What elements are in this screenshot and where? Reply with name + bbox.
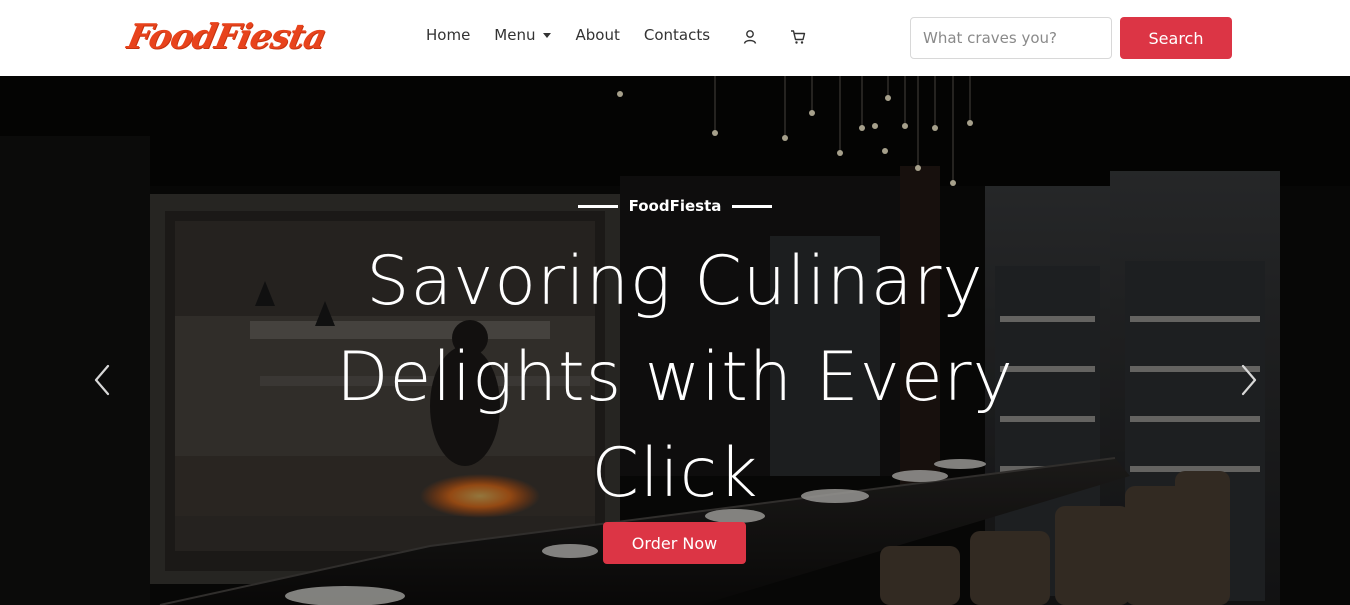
carousel-next-button[interactable] (1233, 360, 1263, 400)
nav-item-label: Home (426, 26, 471, 44)
chevron-left-icon (94, 364, 110, 396)
nav-item-home[interactable]: Home (426, 26, 470, 44)
order-now-button[interactable]: Order Now (603, 522, 746, 564)
chevron-right-icon (1241, 364, 1257, 396)
nav-item-contacts[interactable]: Contacts (644, 26, 710, 44)
eyebrow-line-left (577, 204, 618, 208)
nav-item-about[interactable]: About (575, 26, 619, 44)
search-input[interactable] (910, 17, 1112, 59)
cart-icon[interactable] (789, 28, 807, 46)
brand-logo-text: FoodFiesta (123, 17, 330, 57)
search-button[interactable]: Search (1120, 17, 1232, 59)
hero-headline: Savoring Culinary Delights with Every Cl… (336, 242, 1014, 513)
nav-item-label: Contacts (643, 26, 711, 44)
navbar: FoodFiesta Home Menu About Contacts Sear… (0, 0, 1350, 76)
nav-item-menu[interactable]: Menu (494, 26, 552, 44)
nav-item-label: Menu (494, 26, 536, 44)
nav-item-label: About (575, 26, 620, 44)
chevron-down-icon (543, 32, 552, 38)
brand-logo[interactable]: FoodFiesta (124, 14, 329, 60)
hero-eyebrow-text: FoodFiesta (628, 197, 722, 215)
user-icon[interactable] (741, 28, 759, 46)
hero-eyebrow: FoodFiesta (0, 197, 1350, 215)
nav-links: Home Menu About Contacts (426, 26, 734, 44)
eyebrow-line-right (732, 204, 773, 208)
carousel-prev-button[interactable] (88, 360, 118, 400)
hero-carousel: FoodFiesta Savoring Culinary Delights wi… (0, 76, 1350, 605)
